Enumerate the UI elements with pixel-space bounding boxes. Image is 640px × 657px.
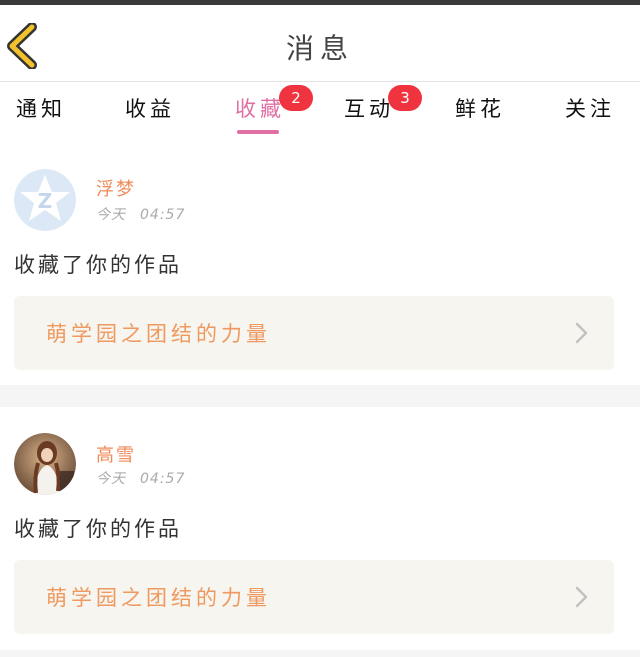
default-avatar-icon: Z (14, 169, 76, 231)
tab-label: 通知 (16, 97, 66, 121)
svg-text:Z: Z (38, 189, 53, 213)
active-tab-indicator (237, 130, 279, 134)
tab-label: 关注 (565, 97, 615, 121)
work-title: 萌学园之团结的力量 (46, 322, 271, 346)
unread-badge: 3 (388, 85, 422, 111)
action-text: 收藏了你的作品 (14, 253, 182, 277)
tab-notice[interactable]: 通知 (16, 93, 66, 123)
header: 消息 (0, 5, 640, 82)
timestamp: 今天 04:57 (96, 468, 199, 488)
tab-label: 收藏 (235, 97, 285, 121)
work-link[interactable]: 萌学园之团结的力量 (14, 560, 614, 634)
tab-label: 收益 (125, 97, 175, 121)
avatar[interactable] (14, 433, 76, 495)
chevron-right-icon (575, 586, 588, 608)
chevron-right-icon (575, 322, 588, 344)
username[interactable]: 浮梦 (96, 175, 136, 201)
time-clock: 04:57 (140, 207, 186, 223)
avatar[interactable]: Z (14, 169, 76, 231)
notification-item: Z 浮梦 今天 04:57 收藏了你的作品 萌学园之团结的力量 (0, 153, 640, 383)
unread-badge: 2 (279, 85, 313, 111)
tab-favorites[interactable]: 收藏 2 (235, 85, 313, 134)
divider (0, 385, 640, 407)
page-title: 消息 (285, 32, 354, 65)
username[interactable]: 高雪 (96, 441, 136, 467)
tab-label: 互动 (344, 97, 394, 121)
notification-item: 高雪 今天 04:57 收藏了你的作品 萌学园之团结的力量 (0, 407, 640, 647)
divider (0, 650, 640, 657)
time-day: 今天 (96, 471, 126, 487)
time-day: 今天 (96, 207, 126, 223)
tab-bar: 通知 收益 收藏 2 互动 3 鲜花 关注 (0, 83, 640, 143)
tab-interaction[interactable]: 互动 3 (344, 85, 422, 123)
tab-follow[interactable]: 关注 (565, 93, 615, 123)
user-photo (14, 433, 76, 495)
tab-label: 鲜花 (455, 97, 505, 121)
time-clock: 04:57 (140, 471, 186, 487)
work-title: 萌学园之团结的力量 (46, 586, 271, 610)
timestamp: 今天 04:57 (96, 204, 199, 224)
work-link[interactable]: 萌学园之团结的力量 (14, 296, 614, 370)
action-text: 收藏了你的作品 (14, 517, 182, 541)
tab-flowers[interactable]: 鲜花 (455, 93, 505, 123)
tab-earnings[interactable]: 收益 (125, 93, 175, 123)
